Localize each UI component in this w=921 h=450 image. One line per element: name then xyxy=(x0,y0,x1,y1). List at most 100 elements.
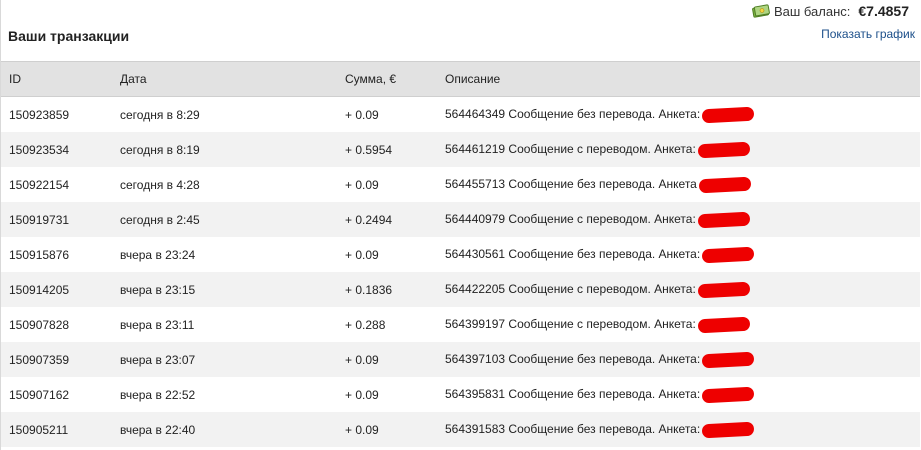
cell-amount: + 0.09 xyxy=(337,342,437,377)
redaction-scribble xyxy=(697,211,751,229)
cell-id: 150907828 xyxy=(1,307,112,342)
cell-id-text: 150907359 xyxy=(9,352,70,367)
cell-date-text: вчера в 23:07 xyxy=(120,352,196,367)
cell-date: вчера в 22:52 xyxy=(112,377,337,412)
redaction-scribble xyxy=(701,421,755,439)
cell-description: 564395831 Сообщение без перевода. Анкета… xyxy=(437,377,920,412)
cell-date-text: сегодня в 8:19 xyxy=(120,142,200,157)
show-chart-link[interactable]: Показать график xyxy=(821,27,915,41)
redaction-scribble xyxy=(701,386,755,404)
cell-id-text: 150905211 xyxy=(9,422,69,437)
cell-date: сегодня в 2:45 xyxy=(112,202,337,237)
balance-value: €7.4857 xyxy=(858,3,909,19)
cell-id-text: 150907828 xyxy=(9,317,70,332)
balance-label: Ваш баланс: xyxy=(773,3,851,19)
table-row: 150907359 вчера в 23:07 + 0.09 564397103 Со… xyxy=(1,342,920,377)
money-icon xyxy=(752,4,770,18)
cell-id: 150905211 xyxy=(1,412,112,447)
cell-id-text: 150923534 xyxy=(9,142,70,157)
cell-id: 150907162 xyxy=(1,377,112,412)
cell-date: сегодня в 8:29 xyxy=(112,96,337,132)
cell-amount: + 0.288 xyxy=(337,307,437,342)
cell-id-text: 150923859 xyxy=(9,107,70,122)
cell-id: 150919731 xyxy=(1,202,112,237)
cell-amount-text: + 0.09 xyxy=(345,177,379,192)
transactions-table: ID Дата Сумма, € Описание 150923859 сегод… xyxy=(1,61,920,447)
cell-date: вчера в 23:15 xyxy=(112,272,337,307)
cell-description-text: 564395831 Сообщение без перевода. Анкета… xyxy=(445,387,701,402)
cell-description-text: 564464349 Сообщение без перевода. Анкета… xyxy=(445,107,701,122)
cell-description: 564422205 Сообщение с переводом. Анкета: xyxy=(437,272,920,307)
cell-date: вчера в 23:24 xyxy=(112,237,337,272)
cell-amount-text: + 0.09 xyxy=(345,107,379,122)
cell-amount-text: + 0.2494 xyxy=(345,212,393,227)
cell-description-text: 564430561 Сообщение без перевода. Анкета… xyxy=(445,247,701,262)
cell-date: вчера в 23:11 xyxy=(112,307,337,342)
column-header-amount[interactable]: Сумма, € xyxy=(337,61,437,97)
redaction-scribble xyxy=(697,281,751,299)
cell-amount-text: + 0.09 xyxy=(345,387,379,402)
cell-amount: + 0.09 xyxy=(337,237,437,272)
cell-description: 564397103 Сообщение без перевода. Анкета… xyxy=(437,342,920,377)
cell-id: 150914205 xyxy=(1,272,112,307)
column-header-description[interactable]: Описание xyxy=(437,61,920,97)
cell-description: 564455713 Сообщение без перевода. Анкета xyxy=(437,167,920,202)
table-row: 150919731 сегодня в 2:45 + 0.2494 564440979… xyxy=(1,202,920,237)
cell-description-text: 564461219 Сообщение с переводом. Анкета: xyxy=(445,142,696,157)
cell-id-text: 150922154 xyxy=(9,177,70,192)
cell-date-text: вчера в 23:15 xyxy=(120,282,196,297)
cell-description-text: 564440979 Сообщение с переводом. Анкета: xyxy=(445,212,696,227)
table-row: 150923534 сегодня в 8:19 + 0.5954 564461219… xyxy=(1,132,920,167)
redaction-scribble xyxy=(701,106,755,124)
table-header-row: ID Дата Сумма, € Описание xyxy=(1,61,920,97)
cell-description-text: 564397103 Сообщение без перевода. Анкета… xyxy=(445,352,701,367)
cell-date-text: вчера в 23:24 xyxy=(120,247,196,262)
cell-date-text: сегодня в 4:28 xyxy=(120,177,200,192)
cell-description-text: 564399197 Сообщение с переводом. Анкета: xyxy=(445,317,696,332)
cell-description: 564430561 Сообщение без перевода. Анкета… xyxy=(437,237,920,272)
cell-description-text: 564422205 Сообщение с переводом. Анкета: xyxy=(445,282,696,297)
cell-amount: + 0.2494 xyxy=(337,202,437,237)
cell-amount-text: + 0.09 xyxy=(345,422,379,437)
cell-description: 564440979 Сообщение с переводом. Анкета: xyxy=(437,202,920,237)
cell-date-text: вчера в 22:40 xyxy=(120,422,196,437)
cell-description-text: 564391583 Сообщение без перевода. Анкета… xyxy=(445,422,701,437)
cell-id: 150922154 xyxy=(1,167,112,202)
cell-amount: + 0.09 xyxy=(337,167,437,202)
cell-date-text: сегодня в 8:29 xyxy=(120,107,200,122)
cell-date-text: вчера в 22:52 xyxy=(120,387,196,402)
cell-date: сегодня в 4:28 xyxy=(112,167,337,202)
table-row: 150915876 вчера в 23:24 + 0.09 564430561 Со… xyxy=(1,237,920,272)
redaction-scribble xyxy=(697,141,751,159)
table-row: 150907828 вчера в 23:11 + 0.288 564399197 С… xyxy=(1,307,920,342)
table-row: 150907162 вчера в 22:52 + 0.09 564395831 Со… xyxy=(1,377,920,412)
cell-description: 564391583 Сообщение без перевода. Анкета… xyxy=(437,412,920,447)
cell-id: 150923859 xyxy=(1,96,112,132)
table-row: 150922154 сегодня в 4:28 + 0.09 564455713 С… xyxy=(1,167,920,202)
cell-description: 564461219 Сообщение с переводом. Анкета: xyxy=(437,132,920,167)
balance-display: Ваш баланс: €7.4857 xyxy=(752,3,909,19)
cell-id-text: 150919731 xyxy=(9,212,70,227)
cell-description: 564464349 Сообщение без перевода. Анкета… xyxy=(437,96,920,132)
cell-amount-text: + 0.1836 xyxy=(345,282,393,297)
column-header-id[interactable]: ID xyxy=(1,61,112,97)
cell-id-text: 150915876 xyxy=(9,247,70,262)
cell-amount: + 0.09 xyxy=(337,412,437,447)
table-row: 150905211 вчера в 22:40 + 0.09 564391583 Со… xyxy=(1,412,920,447)
table-row: 150923859 сегодня в 8:29 + 0.09 564464349 С… xyxy=(1,96,920,132)
cell-id: 150923534 xyxy=(1,132,112,167)
cell-date-text: сегодня в 2:45 xyxy=(120,212,200,227)
cell-id-text: 150907162 xyxy=(9,387,70,402)
table-row: 150914205 вчера в 23:15 + 0.1836 564422205 … xyxy=(1,272,920,307)
page-title: Ваши транзакции xyxy=(8,28,130,44)
cell-description-text: 564455713 Сообщение без перевода. Анкета xyxy=(445,177,697,192)
cell-description: 564399197 Сообщение с переводом. Анкета: xyxy=(437,307,920,342)
cell-amount: + 0.1836 xyxy=(337,272,437,307)
cell-id: 150915876 xyxy=(1,237,112,272)
cell-amount-text: + 0.09 xyxy=(345,352,379,367)
cell-amount-text: + 0.5954 xyxy=(345,142,393,157)
cell-id: 150907359 xyxy=(1,342,112,377)
cell-amount: + 0.5954 xyxy=(337,132,437,167)
cell-amount-text: + 0.09 xyxy=(345,247,379,262)
column-header-date[interactable]: Дата xyxy=(112,61,337,97)
